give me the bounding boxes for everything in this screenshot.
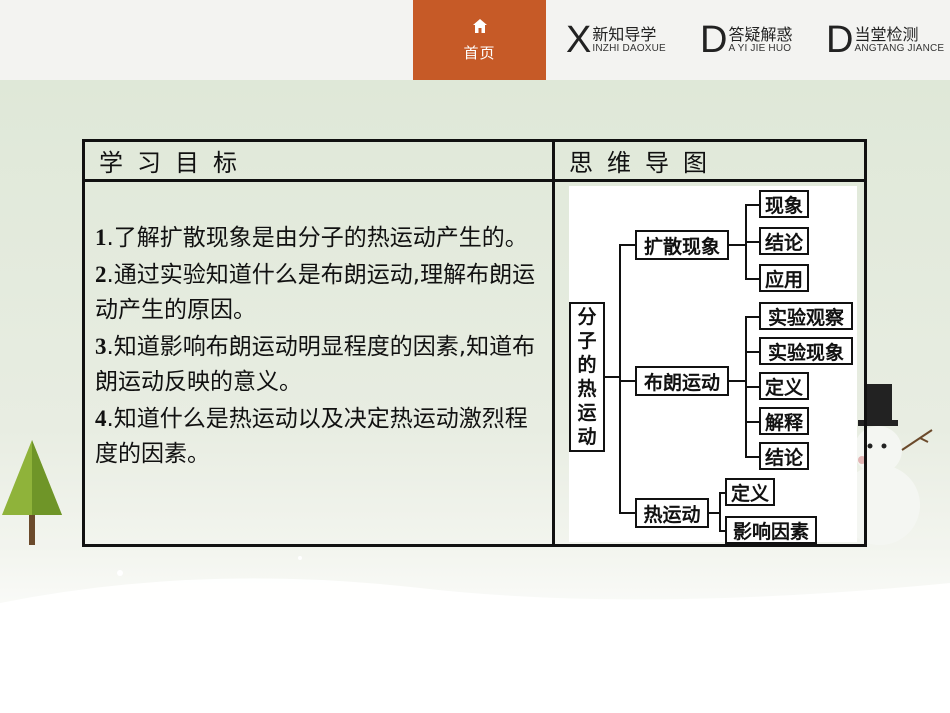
goal-text: .知道影响布朗运动明显程度的因素,知道布朗运动反映的意义。 bbox=[95, 333, 536, 396]
nav-item-letter: D bbox=[700, 19, 728, 61]
connector-line bbox=[745, 421, 759, 423]
mindmap-root-char: 运 bbox=[577, 402, 597, 424]
mindmap-branch-diffusion: 扩散现象 bbox=[635, 230, 729, 260]
nav-home-button[interactable]: 首页 bbox=[413, 0, 546, 80]
column-divider bbox=[552, 142, 555, 544]
mindmap-branch-thermal: 热运动 bbox=[635, 498, 709, 528]
nav-item-xinzhi-daoxue[interactable]: X 新知导学 INZHI DAOXUE bbox=[566, 0, 666, 80]
mindmap-leaf: 影响因素 bbox=[725, 516, 817, 544]
nav-item-dangtang-jiance[interactable]: D 当堂检测 ANGTANG JIANCE bbox=[826, 0, 944, 80]
nav-item-label: 答疑解惑 bbox=[728, 25, 793, 44]
connector-line bbox=[745, 316, 759, 318]
nav-item-letter: D bbox=[826, 19, 854, 61]
goal-item: 1.了解扩散现象是由分子的热运动产生的。 bbox=[95, 220, 545, 257]
mindmap-leaf: 实验观察 bbox=[759, 302, 853, 330]
nav-item-label: 当堂检测 bbox=[854, 25, 919, 44]
goal-number: 1 bbox=[95, 225, 107, 250]
learning-goals-list: 1.了解扩散现象是由分子的热运动产生的。 2.通过实验知道什么是布朗运动,理解布… bbox=[95, 220, 545, 473]
goal-text: .了解扩散现象是由分子的热运动产生的。 bbox=[106, 225, 528, 251]
learning-objectives-table: 学习目标 思维导图 1.了解扩散现象是由分子的热运动产生的。 2.通过实验知道什… bbox=[82, 139, 867, 547]
connector-line bbox=[745, 386, 759, 388]
connector-line bbox=[719, 492, 721, 532]
connector-line bbox=[619, 512, 635, 514]
goal-item: 4.知道什么是热运动以及决定热运动激烈程度的因素。 bbox=[95, 401, 545, 473]
nav-home-label: 首页 bbox=[463, 43, 496, 62]
nav-item-letter: X bbox=[566, 19, 592, 61]
connector-line bbox=[605, 376, 619, 378]
connector-line bbox=[745, 456, 759, 458]
connector-line bbox=[745, 351, 759, 353]
connector-line bbox=[729, 380, 745, 382]
mind-map-header: 思维导图 bbox=[555, 142, 864, 182]
mindmap-root-char: 的 bbox=[577, 354, 597, 376]
mindmap-root-char: 动 bbox=[577, 426, 597, 448]
learning-goals-header: 学习目标 bbox=[85, 142, 553, 182]
mind-map: 分 子 的 热 运 动 扩散现象 现象 结论 应用 布朗运动 实验观察 实验现象… bbox=[569, 186, 857, 544]
mindmap-leaf: 实验现象 bbox=[759, 337, 853, 365]
mindmap-leaf: 结论 bbox=[759, 442, 809, 470]
connector-line bbox=[709, 512, 719, 514]
mindmap-leaf: 结论 bbox=[759, 227, 809, 255]
connector-line bbox=[745, 241, 759, 243]
snow-hill-decoration bbox=[0, 556, 950, 713]
top-nav-bar: 首页 X 新知导学 INZHI DAOXUE D 答疑解惑 A YI JIE H… bbox=[0, 0, 950, 80]
mindmap-leaf: 定义 bbox=[725, 478, 775, 506]
goal-number: 2 bbox=[95, 261, 107, 287]
mindmap-root-char: 子 bbox=[577, 330, 597, 352]
mindmap-leaf: 现象 bbox=[759, 190, 809, 218]
nav-item-label: 新知导学 bbox=[592, 25, 657, 44]
mindmap-leaf: 定义 bbox=[759, 372, 809, 400]
nav-item-pinyin: INZHI DAOXUE bbox=[592, 43, 666, 54]
nav-item-pinyin: A YI JIE HUO bbox=[728, 43, 792, 54]
connector-line bbox=[729, 244, 745, 246]
goal-item: 2.通过实验知道什么是布朗运动,理解布朗运动产生的原因。 bbox=[95, 257, 545, 329]
mindmap-root-char: 热 bbox=[577, 378, 597, 400]
nav-item-dayi-jiehuo[interactable]: D 答疑解惑 A YI JIE HUO bbox=[700, 0, 792, 80]
tree-icon bbox=[2, 440, 62, 545]
mindmap-root-char: 分 bbox=[577, 306, 597, 328]
connector-line bbox=[745, 278, 759, 280]
connector-line bbox=[619, 244, 621, 514]
goal-number: 4 bbox=[95, 405, 107, 431]
mindmap-leaf: 应用 bbox=[759, 264, 809, 292]
goal-text: .通过实验知道什么是布朗运动,理解布朗运动产生的原因。 bbox=[95, 261, 536, 324]
home-icon bbox=[472, 18, 488, 38]
connector-line bbox=[619, 244, 635, 246]
nav-item-pinyin: ANGTANG JIANCE bbox=[854, 43, 945, 54]
goal-number: 3 bbox=[95, 333, 107, 359]
connector-line bbox=[619, 380, 635, 382]
connector-line bbox=[745, 204, 759, 206]
mindmap-branch-brownian: 布朗运动 bbox=[635, 366, 729, 396]
mindmap-root: 分 子 的 热 运 动 bbox=[569, 302, 605, 452]
mindmap-leaf: 解释 bbox=[759, 407, 809, 435]
goal-text: .知道什么是热运动以及决定热运动激烈程度的因素。 bbox=[95, 405, 528, 468]
goal-item: 3.知道影响布朗运动明显程度的因素,知道布朗运动反映的意义。 bbox=[95, 329, 545, 401]
